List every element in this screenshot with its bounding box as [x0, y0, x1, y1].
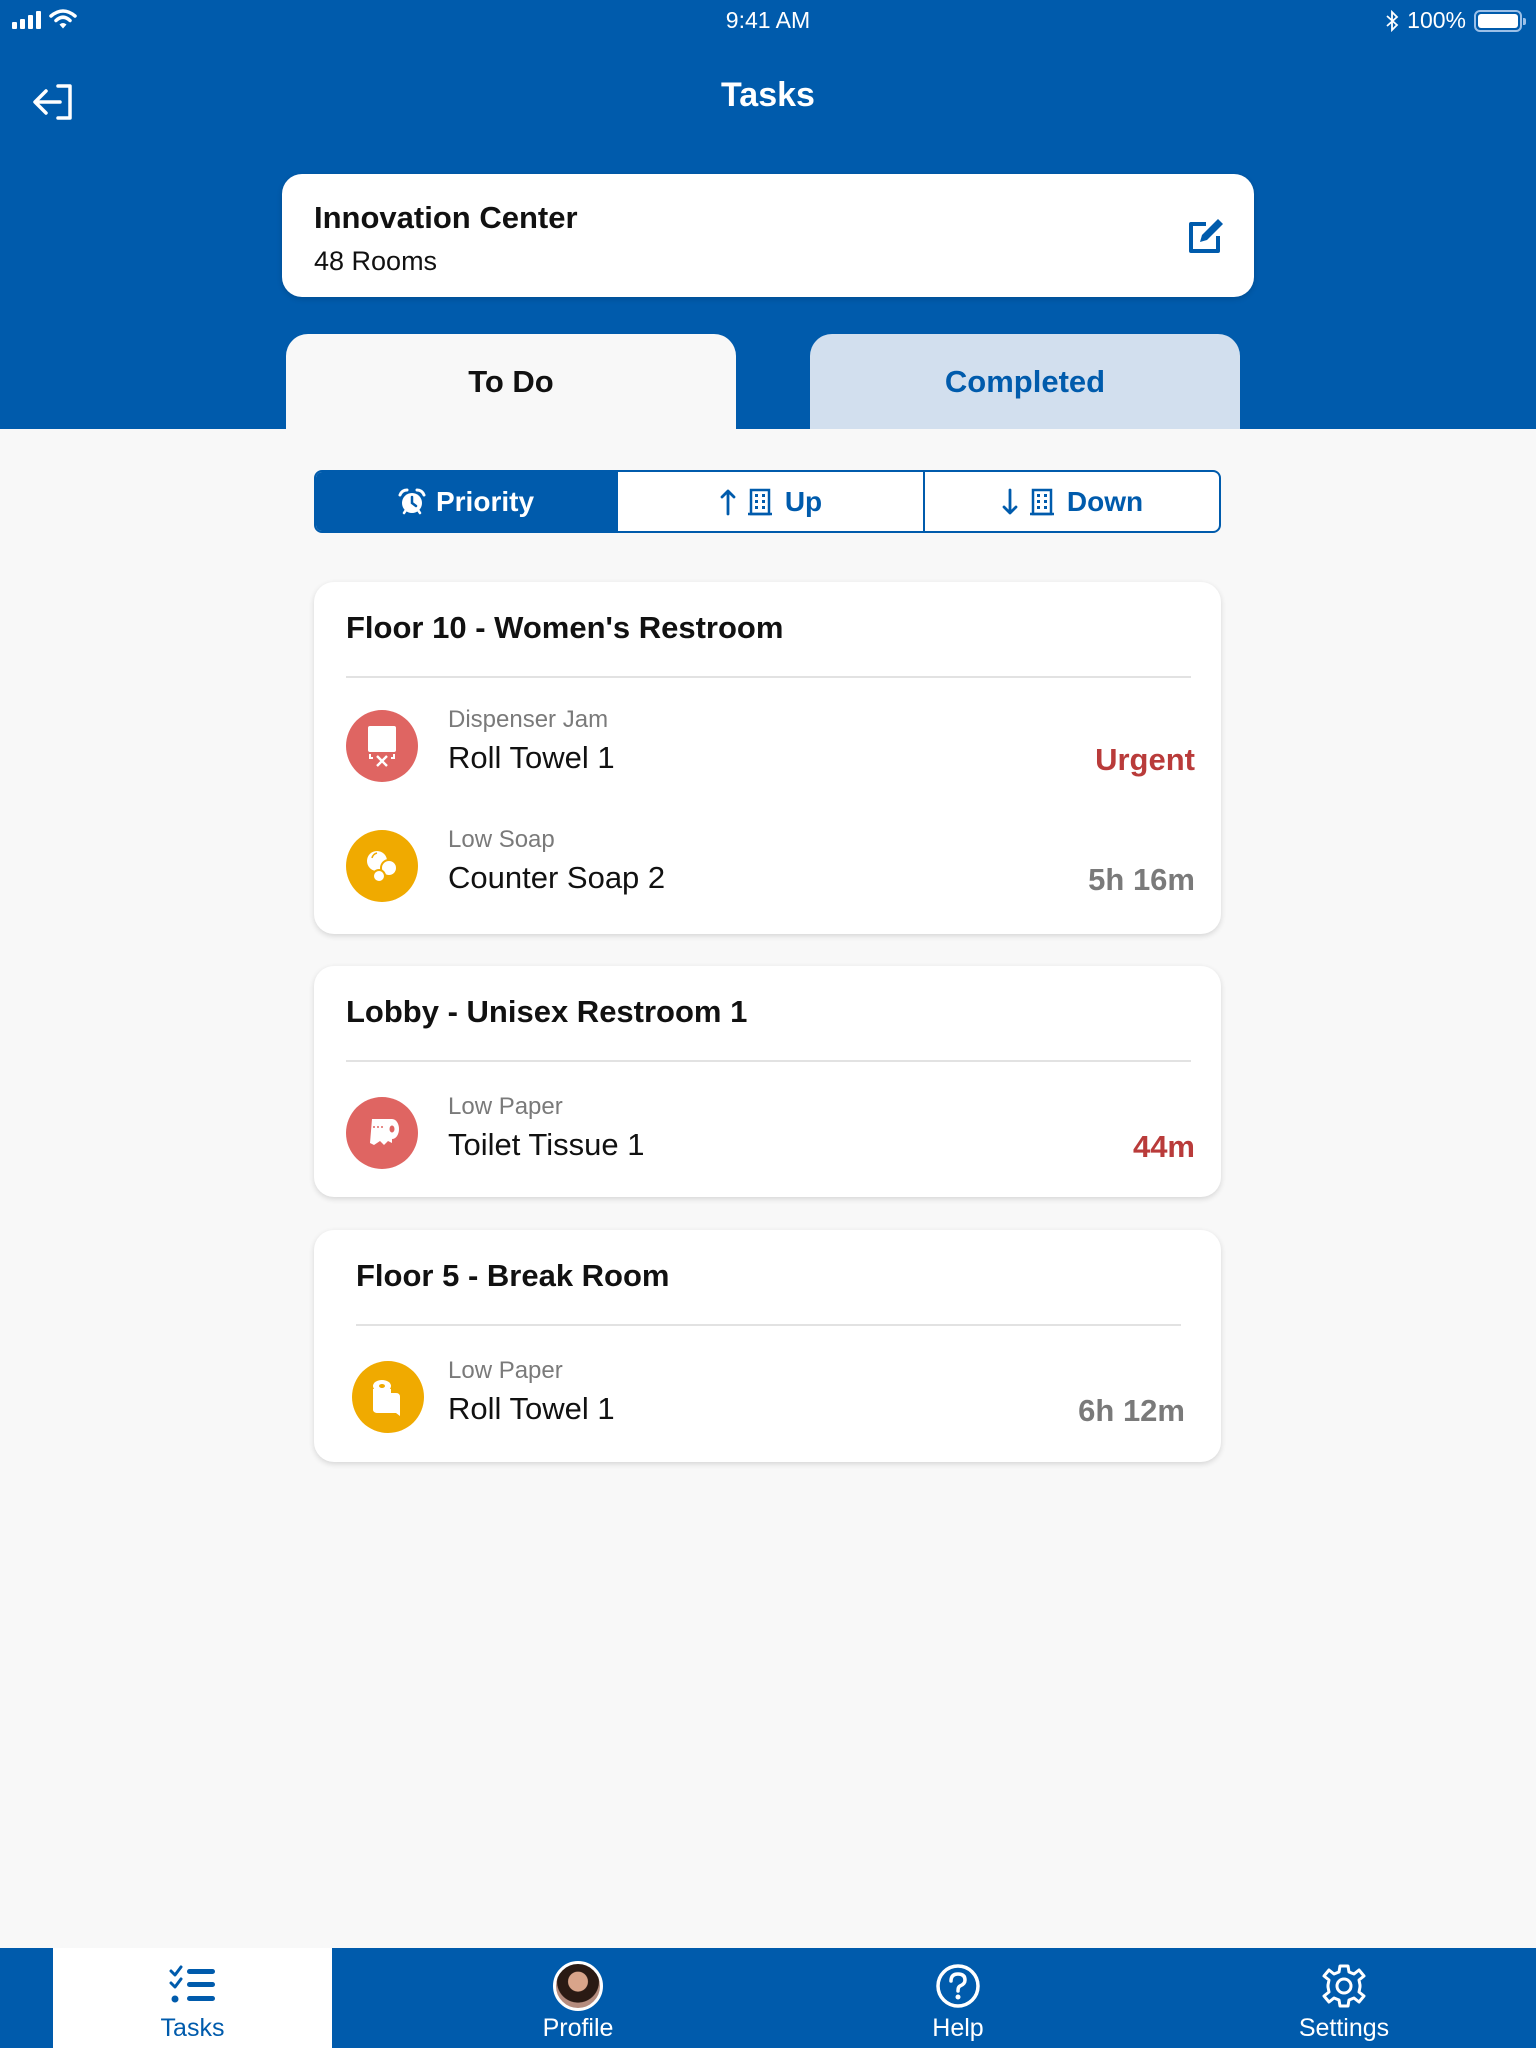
edit-icon[interactable] — [1186, 216, 1226, 256]
sort-priority-label: Priority — [435, 485, 535, 517]
tabbar-item-tasks[interactable]: Tasks — [53, 1948, 332, 2048]
task-row[interactable]: Low Soap Counter Soap 2 5h 16m — [346, 826, 1195, 906]
tabbar-label: Tasks — [160, 2014, 225, 2042]
divider — [356, 1324, 1181, 1326]
task-item: Roll Towel 1 — [448, 740, 615, 775]
task-item: Roll Towel 1 — [448, 1391, 615, 1426]
room-card: Lobby - Unisex Restroom 1 Low Paper Toil… — [314, 966, 1221, 1197]
status-bar: 9:41 AM 100% — [0, 0, 1536, 42]
task-issue: Low Paper — [448, 1093, 563, 1120]
battery-icon — [1474, 9, 1526, 32]
task-time: 5h 16m — [1088, 862, 1195, 897]
tabbar-item-profile[interactable]: Profile — [478, 1948, 678, 2048]
toilet-paper-icon — [346, 1097, 418, 1169]
battery-percent: 100% — [1407, 7, 1466, 33]
room-card: Floor 5 - Break Room Low Paper Roll Towe… — [314, 1230, 1221, 1462]
gear-icon — [1322, 1964, 1366, 2008]
soap-bubbles-icon — [346, 830, 418, 902]
tabbar-item-settings[interactable]: Settings — [1244, 1948, 1444, 2048]
sort-priority-button[interactable]: Priority — [316, 472, 616, 531]
task-list-icon — [169, 1965, 215, 2003]
task-row[interactable]: Low Paper Toilet Tissue 1 44m — [346, 1093, 1195, 1173]
page-title: Tasks — [721, 76, 815, 114]
room-title: Floor 10 - Women's Restroom — [346, 610, 784, 645]
sort-up-button[interactable]: Up — [616, 472, 923, 531]
task-time: 6h 12m — [1078, 1393, 1185, 1428]
task-issue: Low Paper — [448, 1357, 563, 1384]
tabbar-label: Settings — [1298, 2014, 1390, 2042]
tab-completed[interactable]: Completed — [810, 334, 1240, 429]
bottom-tab-bar: Tasks Profile Help Settings — [0, 1948, 1536, 2048]
task-item: Toilet Tissue 1 — [448, 1127, 645, 1162]
towel-dispenser-jam-icon — [346, 710, 418, 782]
alarm-clock-icon — [398, 488, 426, 514]
task-time: Urgent — [1095, 742, 1195, 777]
task-issue: Low Soap — [448, 826, 555, 853]
room-title: Floor 5 - Break Room — [356, 1258, 670, 1293]
divider — [346, 1060, 1191, 1062]
tabbar-label: Profile — [542, 2014, 614, 2042]
bluetooth-icon — [1386, 9, 1399, 32]
divider — [346, 676, 1191, 678]
tabbar-label: Help — [932, 2014, 984, 2042]
paper-roll-icon — [352, 1361, 424, 1433]
sort-down-label: Down — [1066, 485, 1144, 517]
task-row[interactable]: Dispenser Jam Roll Towel 1 Urgent — [346, 706, 1195, 786]
sort-segmented-control: Priority Up Down — [314, 470, 1221, 533]
task-row[interactable]: Low Paper Roll Towel 1 6h 12m — [346, 1357, 1185, 1437]
site-name: Innovation Center — [314, 200, 578, 235]
room-card: Floor 10 - Women's Restroom Dispenser Ja… — [314, 582, 1221, 934]
arrow-down-building-icon — [1002, 488, 1054, 515]
room-title: Lobby - Unisex Restroom 1 — [346, 994, 748, 1029]
tab-to-do[interactable]: To Do — [286, 334, 736, 429]
task-time: 44m — [1132, 1129, 1195, 1164]
site-card[interactable]: Innovation Center 48 Rooms — [282, 174, 1254, 297]
avatar — [553, 1961, 603, 2011]
help-icon — [936, 1964, 980, 2008]
arrow-up-building-icon — [720, 488, 772, 515]
clock: 9:41 AM — [725, 7, 811, 33]
tabbar-item-help[interactable]: Help — [858, 1948, 1058, 2048]
room-count: 48 Rooms — [314, 246, 438, 276]
header: 9:41 AM 100% Tasks Innovation Center 48 … — [0, 0, 1536, 429]
sort-up-label: Up — [784, 485, 823, 517]
sort-down-button[interactable]: Down — [923, 472, 1219, 531]
task-item: Counter Soap 2 — [448, 860, 666, 895]
task-issue: Dispenser Jam — [448, 706, 609, 733]
